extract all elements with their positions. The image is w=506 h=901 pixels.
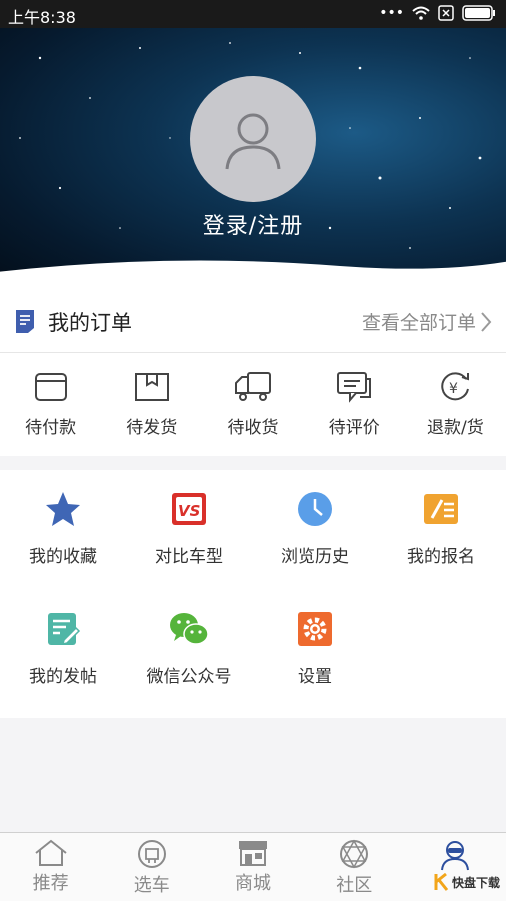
tab-label: 选车 bbox=[133, 875, 170, 896]
bottom-tab-bar: 推荐 选车 商城 社区 bbox=[0, 832, 506, 901]
shortcut-history[interactable]: 浏览历史 bbox=[252, 490, 378, 567]
comment-icon bbox=[337, 372, 372, 403]
header-wave bbox=[0, 260, 506, 290]
order-document-icon bbox=[16, 310, 34, 333]
order-pending-payment[interactable]: 待付款 bbox=[0, 353, 101, 456]
order-item-label: 待发货 bbox=[126, 418, 178, 438]
post-icon bbox=[48, 613, 81, 646]
store-icon bbox=[239, 841, 267, 866]
watermark-k-icon bbox=[434, 872, 449, 891]
shortcut-label: 浏览历史 bbox=[281, 547, 349, 567]
order-item-label: 待收货 bbox=[227, 418, 279, 438]
battery-icon bbox=[462, 5, 495, 21]
refund-icon: ¥ bbox=[441, 372, 470, 401]
order-refund-return[interactable]: ¥ 退款/货 bbox=[405, 353, 506, 456]
vs-icon: VS bbox=[172, 493, 206, 525]
view-all-orders-label: 查看全部订单 bbox=[361, 312, 476, 334]
status-time: 上午8:38 bbox=[8, 8, 76, 27]
shortcut-my-signup[interactable]: 我的报名 bbox=[378, 490, 504, 567]
tab-label: 推荐 bbox=[32, 873, 69, 894]
order-pending-review[interactable]: 待评价 bbox=[304, 353, 405, 456]
order-status-row: 待付款 待发货 待收货 待评价 ¥ 退款/货 bbox=[0, 353, 506, 456]
tab-recommend[interactable]: 推荐 bbox=[0, 833, 101, 901]
svg-text:VS: VS bbox=[178, 502, 200, 520]
shortcut-label: 对比车型 bbox=[155, 547, 223, 567]
order-item-label: 待评价 bbox=[328, 418, 380, 438]
watermark-text: 快盘下载 bbox=[451, 875, 500, 890]
wechat-icon bbox=[170, 613, 209, 645]
watermark-logo: 快盘下载 bbox=[434, 872, 500, 892]
tab-label: 商城 bbox=[235, 873, 271, 894]
car-select-icon bbox=[137, 840, 166, 868]
shortcut-grid: 我的收藏 VS 对比车型 浏览历史 我的报名 我的发帖 微信公众号 设置 bbox=[0, 470, 506, 718]
status-bar: 上午8:38 ••• bbox=[0, 0, 506, 28]
star-icon bbox=[46, 492, 80, 526]
settings-icon bbox=[298, 612, 332, 646]
view-all-orders-link[interactable]: 查看全部订单 bbox=[362, 308, 492, 335]
order-pending-receipt[interactable]: 待收货 bbox=[202, 353, 303, 456]
community-icon bbox=[340, 839, 369, 869]
profile-header: 登录/注册 bbox=[0, 28, 506, 290]
shortcut-settings[interactable]: 设置 bbox=[252, 610, 378, 687]
signal-dots-icon: ••• bbox=[379, 5, 404, 21]
user-placeholder-icon bbox=[225, 113, 281, 170]
profile-icon bbox=[441, 841, 470, 871]
tab-community[interactable]: 社区 bbox=[304, 833, 405, 901]
wifi-icon bbox=[412, 6, 430, 20]
shortcut-favorites[interactable]: 我的收藏 bbox=[0, 490, 126, 567]
avatar[interactable] bbox=[190, 76, 316, 202]
order-item-label: 待付款 bbox=[25, 418, 77, 438]
shortcut-wechat-account[interactable]: 微信公众号 bbox=[126, 610, 252, 687]
shortcut-label: 我的报名 bbox=[407, 547, 475, 567]
no-sim-icon bbox=[438, 5, 454, 21]
shortcut-my-posts[interactable]: 我的发帖 bbox=[0, 610, 126, 687]
tab-select-car[interactable]: 选车 bbox=[101, 833, 202, 901]
package-icon bbox=[134, 373, 169, 401]
shortcut-compare-models[interactable]: VS 对比车型 bbox=[126, 490, 252, 567]
chevron-right-icon bbox=[481, 311, 492, 332]
tab-label: 社区 bbox=[336, 875, 373, 896]
order-item-label: 退款/货 bbox=[427, 418, 484, 438]
status-icons: ••• bbox=[379, 5, 496, 21]
login-register-link[interactable]: 登录/注册 bbox=[0, 208, 506, 240]
my-orders-title: 我的订单 bbox=[48, 311, 132, 335]
order-pending-shipment[interactable]: 待发货 bbox=[101, 353, 202, 456]
shortcut-label: 设置 bbox=[298, 667, 332, 687]
clock-icon bbox=[298, 492, 332, 526]
home-icon bbox=[34, 839, 67, 866]
shortcut-label: 微信公众号 bbox=[146, 667, 232, 687]
shortcut-label: 我的收藏 bbox=[29, 547, 97, 567]
my-orders-header: 我的订单 查看全部订单 bbox=[0, 290, 506, 353]
shortcut-label: 我的发帖 bbox=[29, 667, 97, 687]
wallet-icon bbox=[34, 373, 67, 401]
signup-icon bbox=[424, 494, 458, 524]
truck-icon bbox=[235, 372, 271, 401]
tab-store[interactable]: 商城 bbox=[202, 833, 303, 901]
svg-text:¥: ¥ bbox=[449, 381, 458, 397]
